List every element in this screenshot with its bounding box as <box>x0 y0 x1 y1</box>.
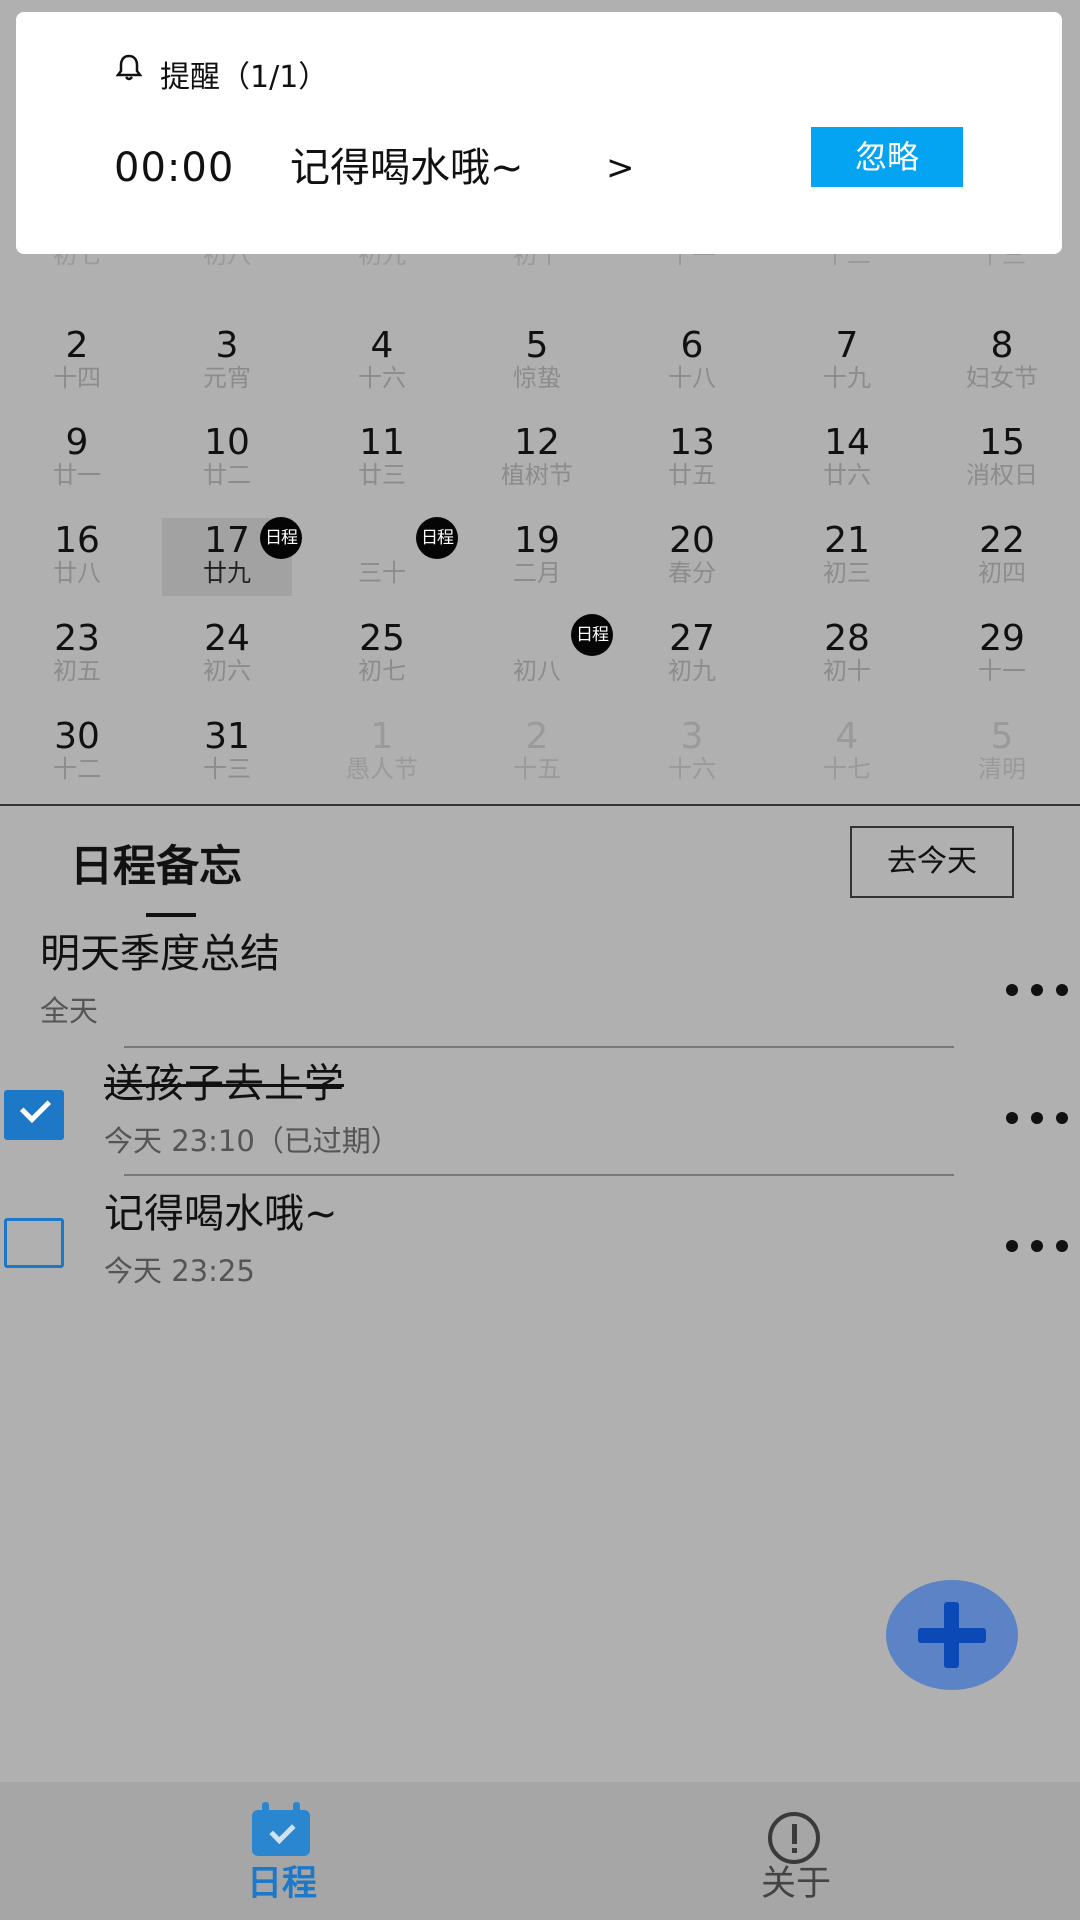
more-dots-icon[interactable] <box>1002 980 1072 1000</box>
calendar-day[interactable]: 30 十二 <box>0 716 154 813</box>
calendar-day[interactable]: 10 廿二 <box>150 422 304 519</box>
calendar-day[interactable]: 29 十一 <box>925 618 1079 715</box>
calendar-day[interactable]: 11 廿三 <box>305 422 459 519</box>
schedule-badge: 日程 <box>571 614 613 656</box>
calendar-day[interactable]: 19 二月 <box>460 520 614 617</box>
calendar-day[interactable]: 8 妇女节 <box>925 325 1079 422</box>
calendar-day[interactable]: 9 廿一 <box>0 422 154 519</box>
calendar-week-row: 16 廿八 17 廿九 三十 19 二月 20 春分 21 初三 22 初四 <box>0 520 1080 617</box>
calendar-day[interactable]: 22 初四 <box>925 520 1079 617</box>
calendar-day[interactable]: 21 初三 <box>770 520 924 617</box>
section-title-underline <box>146 913 196 917</box>
calendar-day[interactable]: 27 初九 <box>615 618 769 715</box>
reminder-popup[interactable]: 提醒（1/1） 00:00 记得喝水哦~ > 忽略 <box>16 12 1062 254</box>
info-circle-icon <box>768 1812 820 1864</box>
chevron-right-icon[interactable]: > <box>606 148 635 188</box>
calendar-day[interactable]: 23 初五 <box>0 618 154 715</box>
reminder-header: 提醒（1/1） <box>160 60 329 95</box>
add-schedule-button[interactable] <box>886 1580 1018 1690</box>
calendar-week-row: 30 十二 31 十三 1 愚人节 2 十五 3 十六 4 十七 5 清明 <box>0 716 1080 813</box>
calendar-day[interactable]: 14 廿六 <box>770 422 924 519</box>
calendar-day[interactable]: 7 十九 <box>770 325 924 422</box>
calendar-day[interactable]: 20 春分 <box>615 520 769 617</box>
calendar-day[interactable]: 4 十七 <box>770 716 924 813</box>
schedule-badge: 日程 <box>260 517 302 559</box>
calendar-day[interactable]: 28 初十 <box>770 618 924 715</box>
task-time: 全天 <box>40 994 99 1028</box>
calendar-day[interactable]: 13 廿五 <box>615 422 769 519</box>
calendar-day[interactable]: 6 十八 <box>615 325 769 422</box>
calendar-day[interactable]: 31 十三 <box>150 716 304 813</box>
task-title: 记得喝水哦~ <box>104 1191 338 1237</box>
reminder-title[interactable]: 记得喝水哦~ <box>290 144 524 192</box>
nav-label: 日程 <box>246 1864 317 1904</box>
divider <box>124 1174 954 1176</box>
reminder-time: 00:00 <box>114 145 235 191</box>
calendar-check-icon <box>252 1802 310 1856</box>
calendar-day[interactable]: 3 十六 <box>615 716 769 813</box>
divider <box>0 804 1080 806</box>
more-dots-icon[interactable] <box>1002 1108 1072 1128</box>
go-today-button[interactable]: 去今天 <box>850 826 1014 898</box>
task-time: 今天 23:10（已过期） <box>104 1124 400 1158</box>
calendar-day[interactable]: 15 消权日 <box>925 422 1079 519</box>
calendar-day[interactable]: 16 廿八 <box>0 520 154 617</box>
more-dots-icon[interactable] <box>1002 1236 1072 1256</box>
schedule-badge: 日程 <box>416 517 458 559</box>
task-title: 送孩子去上学 <box>104 1061 344 1107</box>
nav-label: 关于 <box>760 1864 831 1904</box>
calendar-day[interactable]: 4 十六 <box>305 325 459 422</box>
task-title: 明天季度总结 <box>40 931 280 977</box>
nav-tab-about[interactable]: 关于 <box>696 1782 896 1920</box>
divider <box>124 1046 954 1048</box>
calendar-day[interactable]: 2 十四 <box>0 325 154 422</box>
calendar-grid: 26初七 24初八 25初九 26初十 27十一 28十二 1十三 2十四 3元… <box>0 208 1080 805</box>
nav-tab-schedule[interactable]: 日程 <box>182 1782 382 1920</box>
bell-icon <box>115 54 143 81</box>
task-checkbox-unchecked[interactable] <box>4 1218 64 1268</box>
section-title: 日程备忘 <box>70 842 242 892</box>
calendar-week-row: 2 十四 3 元宵 4 十六 5 惊蛰 6 十八 7 十九 8 妇女节 <box>0 325 1080 422</box>
calendar-day[interactable]: 25 初七 <box>305 618 459 715</box>
checkmark-icon <box>19 1091 52 1124</box>
bottom-nav: 日程 关于 <box>0 1782 1080 1920</box>
calendar-day[interactable]: 1 愚人节 <box>305 716 459 813</box>
task-time: 今天 23:25 <box>104 1254 255 1288</box>
calendar-day[interactable]: 12 植树节 <box>460 422 614 519</box>
task-checkbox-checked[interactable] <box>4 1090 64 1140</box>
calendar-week-row: 23 初五 24 初六 25 初七 初八 27 初九 28 初十 29 十一 <box>0 618 1080 715</box>
calendar-day[interactable]: 24 初六 <box>150 618 304 715</box>
calendar-day[interactable]: 2 十五 <box>460 716 614 813</box>
calendar-week-row: 9 廿一 10 廿二 11 廿三 12 植树节 13 廿五 14 廿六 15 消权日 <box>0 422 1080 519</box>
ignore-button[interactable]: 忽略 <box>811 127 963 187</box>
calendar-day[interactable]: 5 清明 <box>925 716 1079 813</box>
calendar-day[interactable]: 5 惊蛰 <box>460 325 614 422</box>
calendar-day[interactable]: 3 元宵 <box>150 325 304 422</box>
